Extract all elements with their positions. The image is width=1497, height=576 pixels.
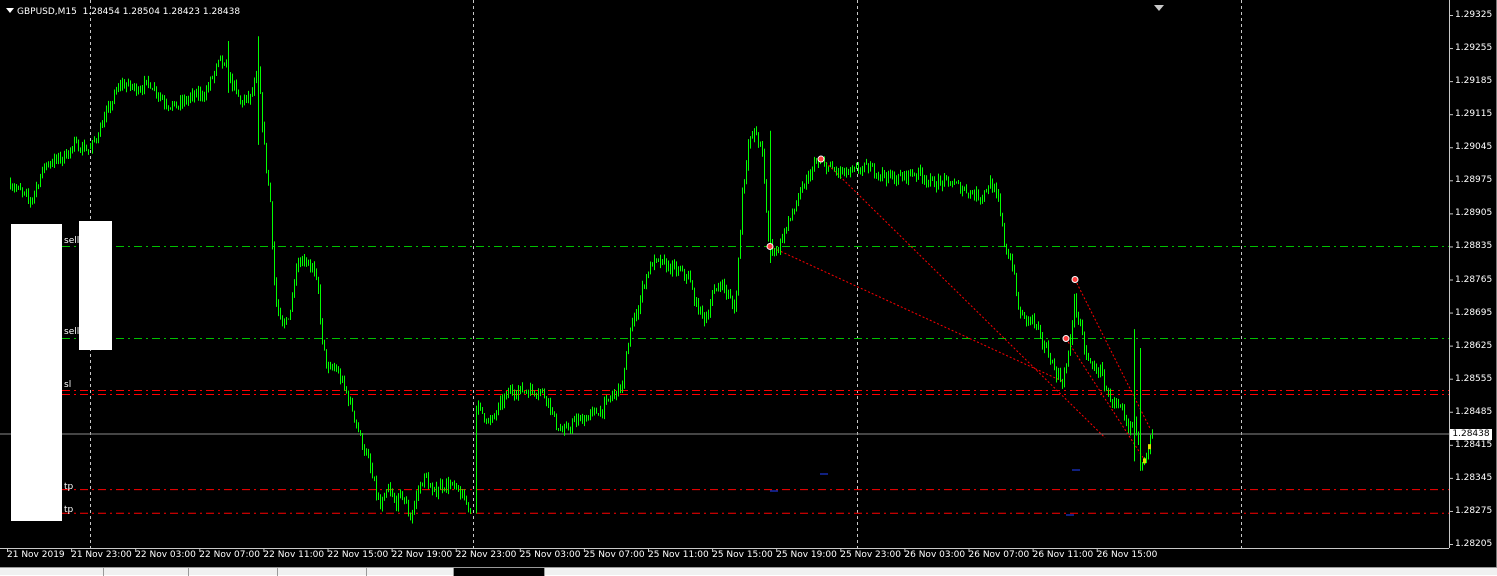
shift-marker-icon[interactable] [1154, 5, 1164, 11]
trade-entry-marker [1062, 335, 1070, 343]
trade-connector-line [1065, 338, 1145, 460]
tp-label-2: tp [64, 505, 74, 515]
time-tick-label: 25 Nov 15:00 [712, 550, 773, 560]
time-tick-label: 22 Nov 03:00 [135, 550, 196, 560]
chart-title: GBPUSD,M15 1.28454 1.28504 1.28423 1.284… [6, 7, 240, 17]
symbol-label: GBPUSD,M15 [17, 7, 77, 17]
time-tick-label: 22 Nov 23:00 [455, 550, 517, 560]
price-tick-label: 1.28625 [1455, 340, 1493, 351]
price-tick-label: 1.28695 [1455, 307, 1493, 318]
current-price-tag: 1.28438 [1450, 429, 1492, 440]
price-tick-label: 1.28345 [1455, 472, 1493, 483]
tp-label-1: tp [64, 482, 74, 492]
time-tick-label: 26 Nov 03:00 [904, 550, 966, 560]
price-tick-label: 1.28205 [1455, 539, 1493, 549]
grid-lines [90, 0, 1242, 548]
trade-entry-marker [817, 155, 825, 163]
price-tick-label: 1.28275 [1455, 505, 1493, 516]
time-tick-label: 22 Nov 15:00 [327, 550, 389, 560]
price-tick-label: 1.29045 [1455, 142, 1493, 153]
white-panel-left [11, 224, 62, 521]
price-tick-label: 1.28765 [1455, 274, 1493, 285]
time-tick-label: 25 Nov 11:00 [648, 550, 709, 560]
price-tick-label: 1.28905 [1455, 208, 1493, 219]
price-tick-label: 1.29255 [1455, 43, 1493, 54]
time-tick-label: 22 Nov 19:00 [391, 550, 453, 560]
price-chart[interactable] [0, 0, 1497, 567]
time-tick-label: 26 Nov 07:00 [968, 550, 1030, 560]
time-tick-label: 22 Nov 07:00 [199, 550, 260, 560]
chart-menu-icon[interactable] [6, 8, 14, 13]
price-tick-label: 1.29115 [1455, 109, 1493, 120]
price-tick-label: 1.28975 [1455, 175, 1493, 186]
trade-entry-marker [1071, 276, 1079, 283]
time-tick-label: 25 Nov 03:00 [519, 550, 581, 560]
price-tick-label: 1.29325 [1455, 10, 1493, 20]
trade-lines [769, 156, 1151, 460]
trade-exit-marker [1148, 444, 1151, 450]
price-tick-label: 1.28555 [1455, 373, 1493, 384]
ohlc-values: 1.28454 1.28504 1.28423 1.28438 [82, 7, 241, 17]
chart-window[interactable]: GBPUSD,M15 1.28454 1.28504 1.28423 1.284… [0, 0, 1497, 567]
trade-connector-line [819, 156, 1106, 439]
white-panel-right [79, 221, 112, 350]
sl-label: sl [64, 380, 72, 390]
time-tick-label: 26 Nov 11:00 [1032, 550, 1094, 560]
time-tick-label: 25 Nov 07:00 [583, 550, 645, 560]
time-tick-label: 22 Nov 11:00 [263, 550, 325, 560]
trade-markers [766, 155, 1151, 516]
price-tick-label: 1.28835 [1455, 241, 1493, 252]
time-tick-label: 26 Nov 15:00 [1096, 550, 1158, 560]
price-tick-label: 1.29185 [1455, 76, 1493, 87]
candles [10, 36, 1153, 524]
price-tick-label: 1.28415 [1455, 439, 1493, 450]
trade-connector-line [769, 245, 1063, 382]
price-tick-label: 1.28485 [1455, 406, 1493, 417]
sell-label-1: sell [64, 236, 80, 246]
time-tick-label: 21 Nov 2019 [7, 550, 65, 560]
trade-exit-marker [1143, 458, 1146, 464]
chart-tabs-bar [0, 567, 1497, 576]
sell-label-2: sell [64, 327, 80, 337]
time-tick-label: 25 Nov 19:00 [776, 550, 837, 560]
time-tick-label: 21 Nov 23:00 [71, 550, 132, 560]
trade-entry-marker [766, 242, 774, 250]
time-tick-label: 25 Nov 23:00 [840, 550, 901, 560]
